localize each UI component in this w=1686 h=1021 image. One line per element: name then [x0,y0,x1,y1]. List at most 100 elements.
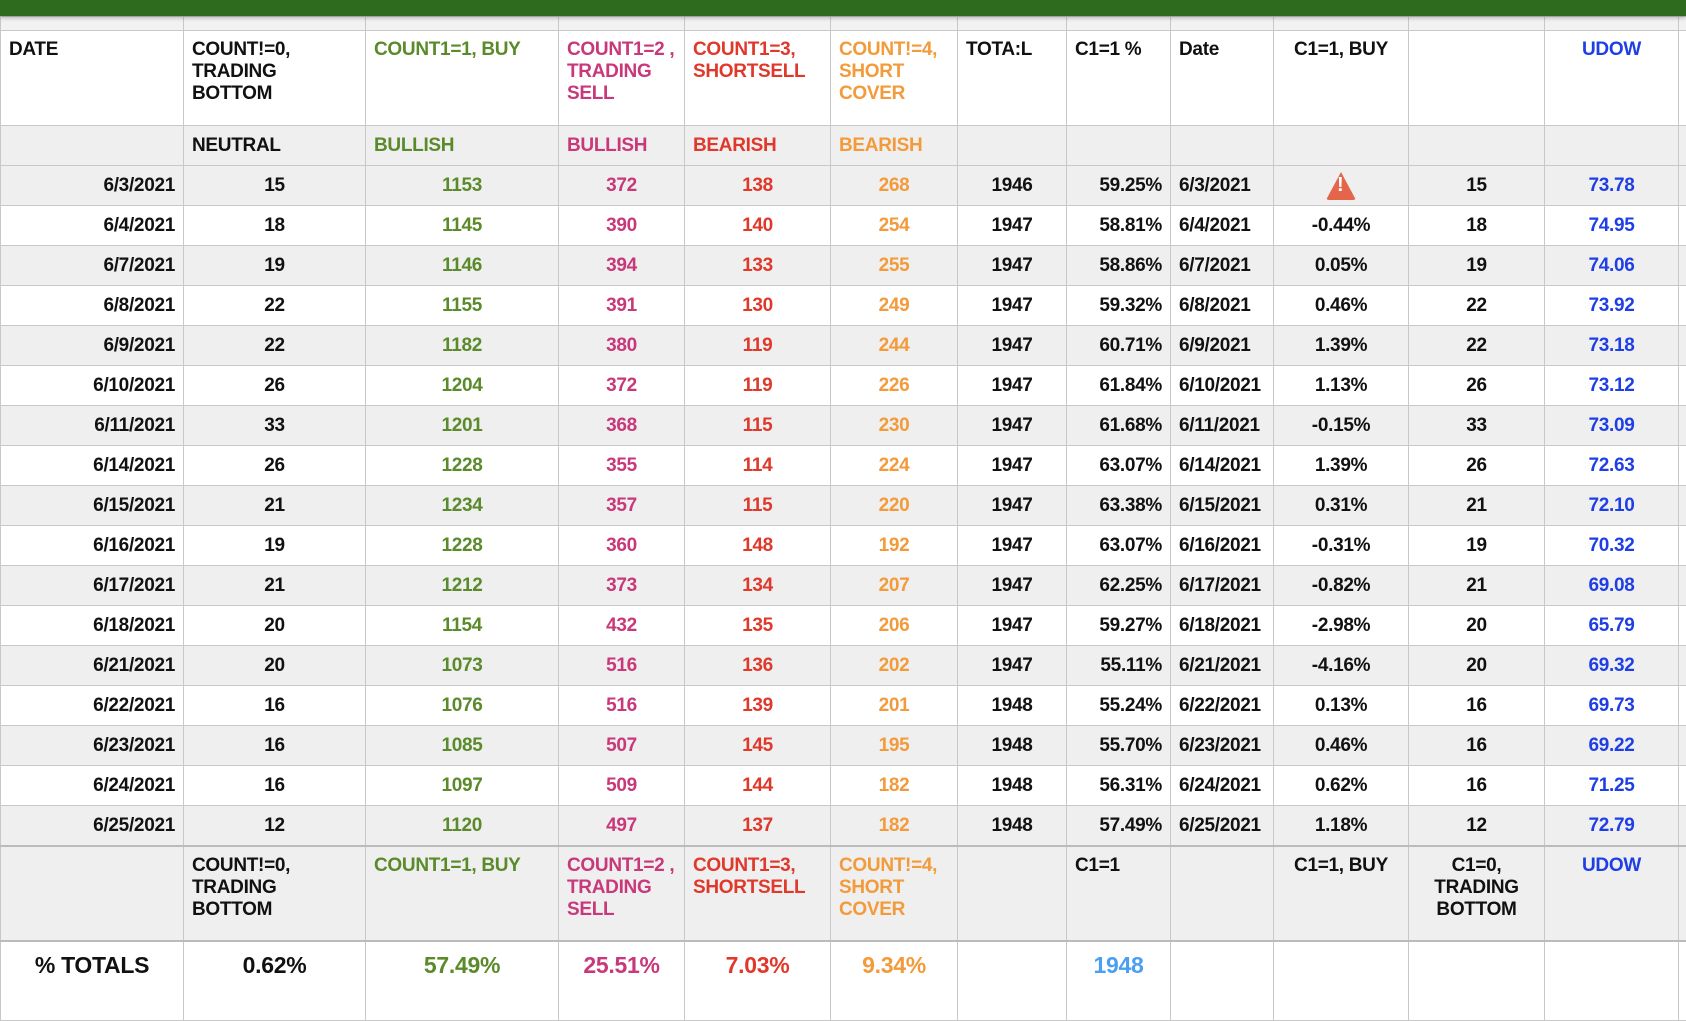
udow-cell[interactable] [1545,126,1679,166]
c1-pct-cell[interactable]: 59.32% [1067,286,1171,326]
total-cell[interactable]: 1947 [958,326,1067,366]
udow-cell[interactable]: 65.79 [1545,606,1679,646]
neutral-cell[interactable]: COUNT!=0, TRADING BOTTOM [184,31,366,126]
shortsell-cell[interactable]: 130 [685,286,831,326]
date-cell[interactable] [1,846,184,941]
c1-buy-change-cell[interactable]: 0.46% [1274,286,1409,326]
neutral2-cell[interactable]: 15 [1409,166,1545,206]
c1-buy-change-cell[interactable]: 1.13% [1274,366,1409,406]
short-cover-cell[interactable]: 249 [831,286,958,326]
buy-cell[interactable]: 1097 [366,766,559,806]
date2-cell[interactable]: 6/8/2021 [1171,286,1274,326]
c1-buy-change-cell[interactable]: C1=1, BUY [1274,846,1409,941]
total-cell[interactable] [958,846,1067,941]
c1-buy-change-cell[interactable]: -0.44% [1274,206,1409,246]
total-cell[interactable]: 1948 [958,726,1067,766]
total-cell[interactable]: 1947 [958,606,1067,646]
date-cell[interactable]: 6/21/2021 [1,646,184,686]
c1-buy-change-cell[interactable]: C1=1, BUY [1274,31,1409,126]
udow-cell[interactable]: 74.06 [1545,246,1679,286]
c1-pct-cell[interactable]: C1=1 % [1067,31,1171,126]
date-cell[interactable]: 6/10/2021 [1,366,184,406]
c1-pct-cell[interactable]: 62.25% [1067,566,1171,606]
date2-cell[interactable]: 6/17/2021 [1171,566,1274,606]
neutral2-cell[interactable]: 16 [1409,766,1545,806]
trading-sell-cell[interactable]: 394 [559,246,685,286]
date2-cell[interactable]: 6/16/2021 [1171,526,1274,566]
udow-cell[interactable]: 73.78 [1545,166,1679,206]
shortsell-cell[interactable]: 144 [685,766,831,806]
date-cell[interactable]: 6/24/2021 [1,766,184,806]
total-cell[interactable]: 1947 [958,486,1067,526]
udow-cell[interactable]: UDOW [1545,31,1679,126]
shortsell-cell[interactable]: 119 [685,326,831,366]
c1-buy-change-cell[interactable]: 0.62% [1274,766,1409,806]
neutral-cell[interactable]: 0.62% [184,941,366,1021]
c1-pct-cell[interactable]: 55.70% [1067,726,1171,766]
trading-sell-cell[interactable]: BULLISH [559,126,685,166]
date-cell[interactable]: 6/16/2021 [1,526,184,566]
buy-cell[interactable]: 1145 [366,206,559,246]
neutral2-cell[interactable] [1409,31,1545,126]
neutral-cell[interactable]: 26 [184,366,366,406]
neutral2-cell[interactable]: C1=0, TRADING BOTTOM [1409,846,1545,941]
c1-pct-cell[interactable]: 63.38% [1067,486,1171,526]
date-cell[interactable]: 6/22/2021 [1,686,184,726]
buy-cell[interactable]: 1154 [366,606,559,646]
trading-sell-cell[interactable]: 360 [559,526,685,566]
neutral-cell[interactable]: 22 [184,326,366,366]
total-cell[interactable]: 1947 [958,646,1067,686]
date2-cell[interactable]: 6/11/2021 [1171,406,1274,446]
neutral2-cell[interactable]: 18 [1409,206,1545,246]
buy-cell[interactable]: 1153 [366,166,559,206]
neutral-cell[interactable]: 33 [184,406,366,446]
date2-cell[interactable]: 6/10/2021 [1171,366,1274,406]
udow-cell[interactable]: 70.32 [1545,526,1679,566]
date2-cell[interactable]: 6/15/2021 [1171,486,1274,526]
c1-buy-change-cell[interactable]: -2.98% [1274,606,1409,646]
neutral-cell[interactable]: 16 [184,686,366,726]
trading-sell-cell[interactable]: 390 [559,206,685,246]
c1-buy-change-cell[interactable]: 1.39% [1274,326,1409,366]
trading-sell-cell[interactable]: COUNT1=2 , TRADING SELL [559,31,685,126]
neutral2-cell[interactable]: 26 [1409,446,1545,486]
date2-cell[interactable]: 6/14/2021 [1171,446,1274,486]
neutral2-cell[interactable]: 12 [1409,806,1545,847]
buy-cell[interactable]: 1076 [366,686,559,726]
short-cover-cell[interactable]: 192 [831,526,958,566]
udow-cell[interactable]: 72.10 [1545,486,1679,526]
shortsell-cell[interactable]: 134 [685,566,831,606]
short-cover-cell[interactable]: 268 [831,166,958,206]
neutral2-cell[interactable]: 16 [1409,726,1545,766]
total-cell[interactable]: 1948 [958,766,1067,806]
shortsell-cell[interactable]: BEARISH [685,126,831,166]
neutral2-cell[interactable]: 16 [1409,686,1545,726]
total-cell[interactable]: 1948 [958,686,1067,726]
udow-cell[interactable]: UDOW [1545,846,1679,941]
date2-cell[interactable]: 6/9/2021 [1171,326,1274,366]
c1-pct-cell[interactable]: 60.71% [1067,326,1171,366]
shortsell-cell[interactable]: 135 [685,606,831,646]
short-cover-cell[interactable]: 224 [831,446,958,486]
neutral-cell[interactable]: 18 [184,206,366,246]
c1-pct-cell[interactable]: 63.07% [1067,526,1171,566]
trading-sell-cell[interactable]: 368 [559,406,685,446]
short-cover-cell[interactable]: COUNT!=4, SHORT COVER [831,31,958,126]
neutral2-cell[interactable] [1409,941,1545,1021]
short-cover-cell[interactable]: COUNT!=4, SHORT COVER [831,846,958,941]
total-cell[interactable] [958,941,1067,1021]
neutral2-cell[interactable]: 33 [1409,406,1545,446]
neutral2-cell[interactable]: 19 [1409,526,1545,566]
short-cover-cell[interactable]: 206 [831,606,958,646]
total-cell[interactable]: 1947 [958,286,1067,326]
trading-sell-cell[interactable]: 391 [559,286,685,326]
c1-buy-change-cell[interactable]: -0.82% [1274,566,1409,606]
neutral-cell[interactable]: COUNT!=0, TRADING BOTTOM [184,846,366,941]
short-cover-cell[interactable]: 182 [831,806,958,847]
buy-cell[interactable]: COUNT1=1, BUY [366,31,559,126]
c1-pct-cell[interactable]: 1948 [1067,941,1171,1021]
date-cell[interactable]: 6/25/2021 [1,806,184,847]
c1-buy-change-cell[interactable]: 0.46% [1274,726,1409,766]
buy-cell[interactable]: 1201 [366,406,559,446]
trading-sell-cell[interactable]: 357 [559,486,685,526]
